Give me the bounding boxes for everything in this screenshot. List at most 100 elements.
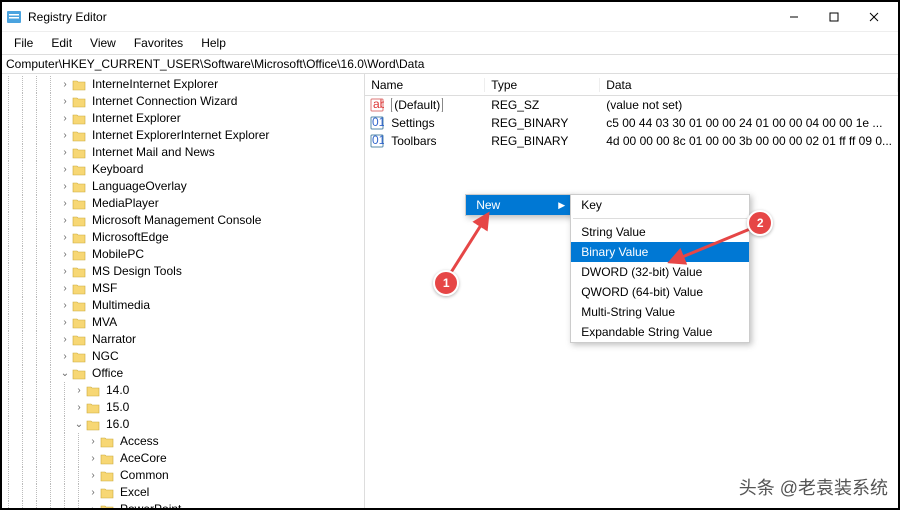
context-subitem[interactable]: DWORD (32-bit) Value [571, 262, 749, 282]
menu-help[interactable]: Help [193, 34, 234, 52]
context-subitem-label: Expandable String Value [581, 325, 712, 339]
expander-icon[interactable]: › [58, 314, 72, 331]
tree-item[interactable]: ›MVA [2, 314, 364, 331]
expander-icon[interactable]: › [58, 93, 72, 110]
folder-icon [100, 435, 116, 449]
context-subitem[interactable]: Key [571, 195, 749, 215]
tree-item-label: Common [120, 467, 169, 484]
expander-icon[interactable]: › [58, 195, 72, 212]
value-data: c5 00 44 03 30 01 00 00 24 01 00 00 04 0… [600, 116, 898, 130]
tree-item[interactable]: ›MSF [2, 280, 364, 297]
address-bar[interactable]: Computer\HKEY_CURRENT_USER\Software\Micr… [2, 54, 898, 74]
menu-file[interactable]: File [6, 34, 41, 52]
context-subitem[interactable]: Multi-String Value [571, 302, 749, 322]
tree-item[interactable]: ›NGC [2, 348, 364, 365]
expander-icon[interactable]: › [58, 331, 72, 348]
folder-icon [72, 129, 88, 143]
tree-item[interactable]: ›Excel [2, 484, 364, 501]
expander-icon[interactable]: › [58, 280, 72, 297]
expander-icon[interactable]: › [86, 450, 100, 467]
tree-item-label: LanguageOverlay [92, 178, 187, 195]
expander-icon[interactable]: ⌄ [58, 365, 72, 382]
expander-icon[interactable]: › [58, 297, 72, 314]
tree-item[interactable]: ›MicrosoftEdge [2, 229, 364, 246]
expander-icon[interactable]: › [58, 127, 72, 144]
folder-icon [86, 418, 102, 432]
col-name[interactable]: Name [365, 78, 485, 92]
tree-item[interactable]: ›PowerPoint [2, 501, 364, 508]
tree-item[interactable]: › LanguageOverlay [2, 178, 364, 195]
table-row[interactable]: 011SettingsREG_BINARYc5 00 44 03 30 01 0… [365, 114, 898, 132]
tree-item[interactable]: › Common [2, 467, 364, 484]
folder-icon [100, 452, 116, 466]
context-menu: New ▶ [465, 194, 572, 216]
tree-item[interactable]: ›MobilePC [2, 246, 364, 263]
tree-item[interactable]: ⌄16.0 [2, 416, 364, 433]
expander-icon[interactable]: › [58, 246, 72, 263]
menu-favorites[interactable]: Favorites [126, 34, 191, 52]
context-subitem[interactable]: QWORD (64-bit) Value [571, 282, 749, 302]
expander-icon[interactable]: ⌄ [72, 416, 86, 433]
menu-view[interactable]: View [82, 34, 124, 52]
minimize-button[interactable] [774, 3, 814, 31]
expander-icon[interactable]: › [86, 433, 100, 450]
col-data[interactable]: Data [600, 78, 898, 92]
tree-item[interactable]: ›Multimedia [2, 297, 364, 314]
context-item-new[interactable]: New ▶ [466, 195, 571, 215]
context-subitem[interactable]: String Value [571, 222, 749, 242]
expander-icon[interactable]: › [86, 467, 100, 484]
tree-item-label: Internet Mail and News [92, 144, 215, 161]
table-row[interactable]: 011ToolbarsREG_BINARY4d 00 00 00 8c 01 0… [365, 132, 898, 150]
tree-item[interactable]: › Internet Mail and News [2, 144, 364, 161]
expander-icon[interactable]: › [58, 110, 72, 127]
tree-item[interactable]: ›Microsoft Management Console [2, 212, 364, 229]
tree-item[interactable]: ›Keyboard [2, 161, 364, 178]
folder-icon [72, 214, 88, 228]
tree-item[interactable]: ›14.0 [2, 382, 364, 399]
annotation-badge-2: 2 [747, 210, 773, 236]
folder-icon [72, 146, 88, 160]
context-subitem[interactable]: Binary Value [571, 242, 749, 262]
svg-text:011: 011 [372, 116, 384, 129]
expander-icon[interactable]: › [58, 348, 72, 365]
tree-item[interactable]: › MediaPlayer [2, 195, 364, 212]
context-item-label: New [476, 198, 500, 212]
expander-icon[interactable]: › [58, 178, 72, 195]
tree-item[interactable]: ›15.0 [2, 399, 364, 416]
context-subitem[interactable]: Expandable String Value [571, 322, 749, 342]
value-type: REG_BINARY [485, 134, 600, 148]
col-type[interactable]: Type [485, 78, 600, 92]
tree-item[interactable]: ›Internet Explorer [2, 110, 364, 127]
folder-icon [72, 231, 88, 245]
tree-item[interactable]: ›Internet Connection Wizard [2, 93, 364, 110]
tree-item[interactable]: ›AceCore [2, 450, 364, 467]
tree-item-label: MediaPlayer [92, 195, 159, 212]
list-pane[interactable]: Name Type Data ab(Default)REG_SZ(value n… [365, 74, 898, 508]
expander-icon[interactable]: › [58, 229, 72, 246]
table-row[interactable]: ab(Default)REG_SZ(value not set) [365, 96, 898, 114]
context-submenu: Key String ValueBinary ValueDWORD (32-bit… [570, 194, 750, 343]
menu-edit[interactable]: Edit [43, 34, 80, 52]
tree-item[interactable]: ›InterneInternet Explorer [2, 76, 364, 93]
expander-icon[interactable]: › [58, 144, 72, 161]
expander-icon[interactable]: › [58, 76, 72, 93]
folder-icon [72, 316, 88, 330]
menubar: File Edit View Favorites Help [2, 32, 898, 54]
tree-item[interactable]: ›Access [2, 433, 364, 450]
tree-pane[interactable]: ›InterneInternet Explorer›Internet Conne… [2, 74, 365, 508]
expander-icon[interactable]: › [72, 382, 86, 399]
expander-icon[interactable]: › [72, 399, 86, 416]
tree-item[interactable]: ›MS Design Tools [2, 263, 364, 280]
tree-item[interactable]: ›Narrator [2, 331, 364, 348]
expander-icon[interactable]: › [86, 501, 100, 508]
expander-icon[interactable]: › [58, 161, 72, 178]
window-title: Registry Editor [28, 10, 774, 24]
tree-item[interactable]: ⌄Office [2, 365, 364, 382]
expander-icon[interactable]: › [86, 484, 100, 501]
expander-icon[interactable]: › [58, 212, 72, 229]
close-button[interactable] [854, 3, 894, 31]
expander-icon[interactable]: › [58, 263, 72, 280]
tree-item[interactable]: ›Internet ExplorerInternet Explorer [2, 127, 364, 144]
maximize-button[interactable] [814, 3, 854, 31]
folder-icon [72, 197, 88, 211]
